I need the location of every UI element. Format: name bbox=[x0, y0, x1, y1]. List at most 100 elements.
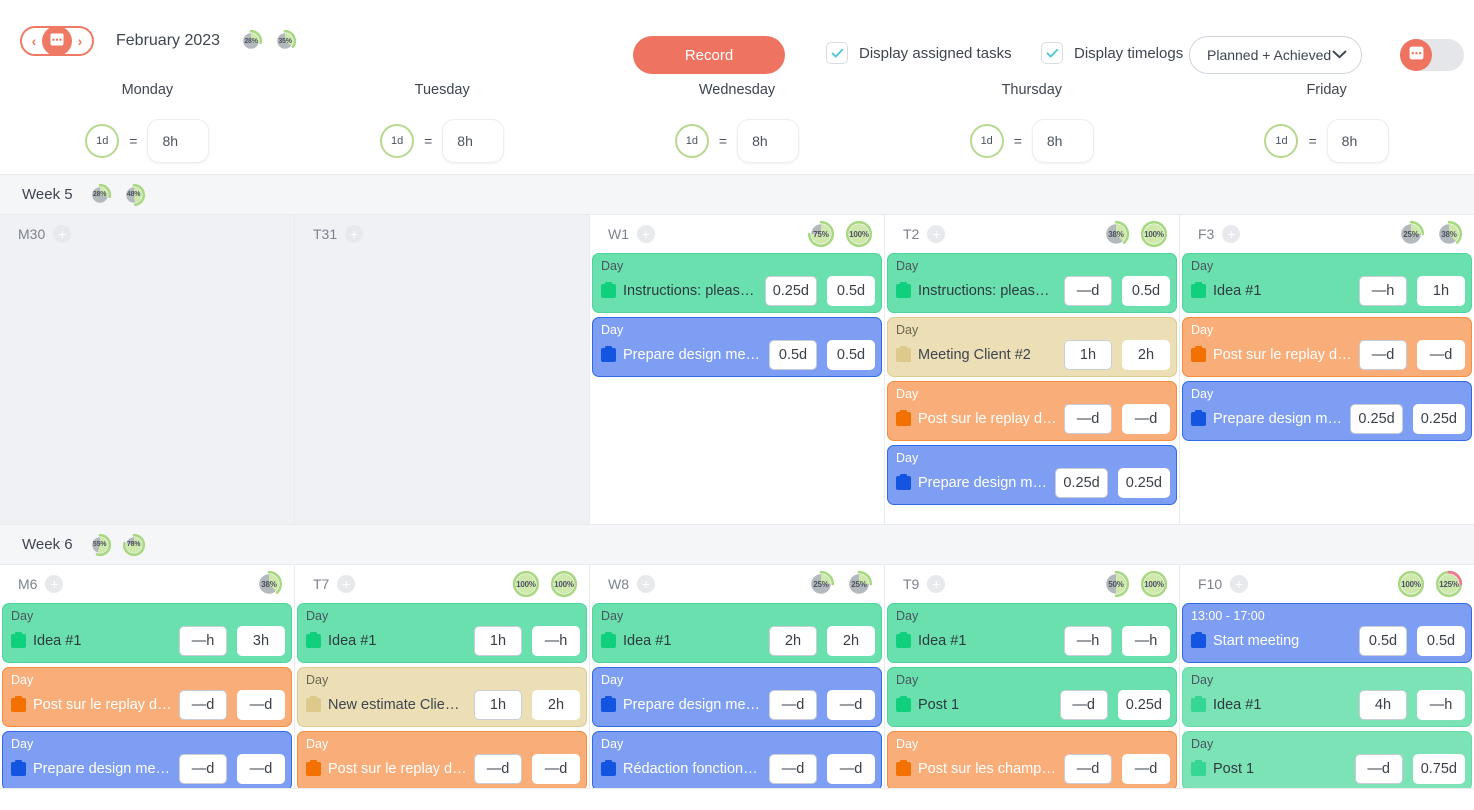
task-achieved-input[interactable]: 1h bbox=[1417, 276, 1465, 306]
task-card[interactable]: 13:00 - 17:00 Start meeting 0.5d 0.5d bbox=[1182, 603, 1472, 663]
add-task-button[interactable]: + bbox=[927, 225, 946, 243]
task-card[interactable]: Day Post 1 —d 0.25d bbox=[887, 667, 1177, 727]
task-card[interactable]: Day Prepare design meeting 0.25d 0.25d bbox=[1182, 381, 1472, 441]
day-hours-input-0[interactable]: 8h bbox=[147, 119, 210, 163]
task-estimate-input[interactable]: —d bbox=[769, 690, 817, 720]
task-card[interactable]: Day Prepare design meeting 0.5d 0.5d bbox=[592, 317, 882, 377]
task-estimate-input[interactable]: —d bbox=[179, 754, 227, 784]
task-achieved-input[interactable]: —d bbox=[827, 754, 875, 784]
day-column-M30[interactable]: M30 + bbox=[0, 215, 295, 524]
task-card[interactable]: Day Idea #1 1h —h bbox=[297, 603, 587, 663]
task-estimate-input[interactable]: 4h bbox=[1359, 690, 1407, 720]
task-card[interactable]: Day Prepare design meeting 0.25d 0.25d bbox=[887, 445, 1177, 505]
display-assigned-tasks-checkbox[interactable] bbox=[826, 42, 848, 64]
task-achieved-input[interactable]: 0.5d bbox=[1417, 626, 1465, 656]
task-card[interactable]: Day Post 1 —d 0.75d bbox=[1182, 731, 1472, 788]
add-task-button[interactable]: + bbox=[927, 575, 946, 593]
task-estimate-input[interactable]: 1h bbox=[474, 626, 522, 656]
today-button[interactable] bbox=[42, 26, 72, 56]
task-achieved-input[interactable]: 0.5d bbox=[827, 276, 875, 306]
task-estimate-input[interactable]: —d bbox=[1059, 690, 1108, 720]
task-card[interactable]: Day Meeting Client #2 1h 2h bbox=[887, 317, 1177, 377]
task-achieved-input[interactable]: 0.25d bbox=[1412, 404, 1465, 434]
task-achieved-input[interactable]: 2h bbox=[1122, 340, 1170, 370]
task-achieved-input[interactable]: —h bbox=[532, 626, 580, 656]
task-estimate-input[interactable]: 1h bbox=[474, 690, 522, 720]
mode-select[interactable]: Planned + Achieved bbox=[1189, 36, 1362, 74]
task-card[interactable]: Day Idea #1 —h 1h bbox=[1182, 253, 1472, 313]
task-estimate-input[interactable]: 0.5d bbox=[1359, 626, 1407, 656]
task-achieved-input[interactable]: —d bbox=[237, 690, 285, 720]
day-column-W1[interactable]: W1 + 75% 100% Day Instructions: please re..… bbox=[590, 215, 885, 524]
add-task-button[interactable]: + bbox=[637, 575, 655, 593]
task-achieved-input[interactable]: 3h bbox=[237, 626, 285, 656]
add-task-button[interactable]: + bbox=[1222, 225, 1241, 243]
task-estimate-input[interactable]: —d bbox=[474, 754, 522, 784]
task-card[interactable]: Day Idea #1 —h 3h bbox=[2, 603, 292, 663]
task-card[interactable]: Day Post sur le replay du ... —d —d bbox=[297, 731, 587, 788]
task-card[interactable]: Day Idea #1 4h —h bbox=[1182, 667, 1472, 727]
task-achieved-input[interactable]: 0.25d bbox=[1117, 690, 1170, 720]
task-estimate-input[interactable]: —d bbox=[1064, 276, 1112, 306]
task-card[interactable]: Day Rédaction fonctionnali... —d —d bbox=[592, 731, 882, 788]
task-achieved-input[interactable]: —d bbox=[827, 690, 875, 720]
task-card[interactable]: Day Prepare design meeting —d —d bbox=[2, 731, 292, 788]
task-achieved-input[interactable]: 2h bbox=[532, 690, 580, 720]
task-estimate-input[interactable]: 0.25d bbox=[1055, 468, 1108, 498]
day-column-M6[interactable]: M6 + 38% Day Idea #1 —h 3h Day Post sur le repl… bbox=[0, 565, 295, 788]
task-achieved-input[interactable]: 0.5d bbox=[1122, 276, 1170, 306]
day-column-F10[interactable]: F10 + 100% 125% 13:00 - 17:00 Start meeting… bbox=[1180, 565, 1474, 788]
task-achieved-input[interactable]: 2h bbox=[827, 626, 875, 656]
add-task-button[interactable]: + bbox=[53, 225, 72, 243]
task-card[interactable]: Day Prepare design meeting —d —d bbox=[592, 667, 882, 727]
day-column-W8[interactable]: W8 + 25% 25% Day Idea #1 2h 2h Day Prepare desi… bbox=[590, 565, 885, 788]
day-column-T7[interactable]: T7 + 100% 100% Day Idea #1 1h —h Day New estima… bbox=[295, 565, 590, 788]
day-column-F3[interactable]: F3 + 25% 38% Day Idea #1 —h 1h Day Post sur le … bbox=[1180, 215, 1474, 524]
task-estimate-input[interactable]: —d bbox=[1359, 340, 1407, 370]
task-estimate-input[interactable]: —d bbox=[1354, 754, 1403, 784]
task-achieved-input[interactable]: —d bbox=[1122, 754, 1170, 784]
day-hours-input-3[interactable]: 8h bbox=[1031, 119, 1094, 163]
task-card[interactable]: Day Post sur le replay du ... —d —d bbox=[2, 667, 292, 727]
display-timelogs-checkbox[interactable] bbox=[1041, 42, 1063, 64]
next-period-button[interactable]: › bbox=[74, 34, 86, 48]
period-navigator[interactable]: ‹ › bbox=[20, 26, 94, 56]
task-card[interactable]: Day Idea #1 2h 2h bbox=[592, 603, 882, 663]
task-card[interactable]: Day Instructions: please re... —d 0.5d bbox=[887, 253, 1177, 313]
task-estimate-input[interactable]: 1h bbox=[1064, 340, 1112, 370]
task-estimate-input[interactable]: 0.25d bbox=[1350, 404, 1403, 434]
calendar-view-toggle[interactable] bbox=[1400, 39, 1464, 71]
day-hours-input-2[interactable]: 8h bbox=[737, 119, 800, 163]
calendar-view-toggle-knob[interactable] bbox=[1400, 39, 1432, 71]
add-task-button[interactable]: + bbox=[337, 575, 356, 593]
day-hours-input-4[interactable]: 8h bbox=[1326, 119, 1389, 163]
task-achieved-input[interactable]: —d bbox=[237, 754, 285, 784]
task-estimate-input[interactable]: —d bbox=[1064, 404, 1112, 434]
task-card[interactable]: Day Instructions: please re... 0.25d 0.5d bbox=[592, 253, 882, 313]
add-task-button[interactable]: + bbox=[45, 575, 64, 593]
task-achieved-input[interactable]: —h bbox=[1417, 690, 1465, 720]
day-column-T9[interactable]: T9 + 50% 100% Day Idea #1 —h —h Day Post 1 —d 0.2… bbox=[885, 565, 1180, 788]
task-estimate-input[interactable]: —h bbox=[179, 626, 227, 656]
display-assigned-tasks-option[interactable]: Display assigned tasks bbox=[826, 42, 1012, 64]
task-estimate-input[interactable]: —d bbox=[1064, 754, 1112, 784]
task-achieved-input[interactable]: 0.75d bbox=[1412, 754, 1465, 784]
task-estimate-input[interactable]: —h bbox=[1064, 626, 1112, 656]
day-hours-input-1[interactable]: 8h bbox=[442, 119, 505, 163]
task-estimate-input[interactable]: 0.25d bbox=[764, 276, 817, 306]
task-achieved-input[interactable]: —d bbox=[1417, 340, 1465, 370]
task-achieved-input[interactable]: 0.5d bbox=[827, 340, 875, 370]
task-estimate-input[interactable]: 0.5d bbox=[769, 340, 817, 370]
task-estimate-input[interactable]: —d bbox=[179, 690, 227, 720]
record-button[interactable]: Record bbox=[633, 36, 785, 74]
day-column-T31[interactable]: T31 + bbox=[295, 215, 590, 524]
task-card[interactable]: Day Post sur le replay du ... —d —d bbox=[1182, 317, 1472, 377]
prev-period-button[interactable]: ‹ bbox=[28, 34, 40, 48]
task-estimate-input[interactable]: 2h bbox=[769, 626, 817, 656]
task-card[interactable]: Day Idea #1 —h —h bbox=[887, 603, 1177, 663]
task-achieved-input[interactable]: —h bbox=[1122, 626, 1170, 656]
task-achieved-input[interactable]: —d bbox=[1122, 404, 1170, 434]
display-timelogs-option[interactable]: Display timelogs bbox=[1041, 42, 1183, 64]
task-card[interactable]: Day New estimate Client #3 1h 2h bbox=[297, 667, 587, 727]
task-estimate-input[interactable]: —h bbox=[1359, 276, 1407, 306]
